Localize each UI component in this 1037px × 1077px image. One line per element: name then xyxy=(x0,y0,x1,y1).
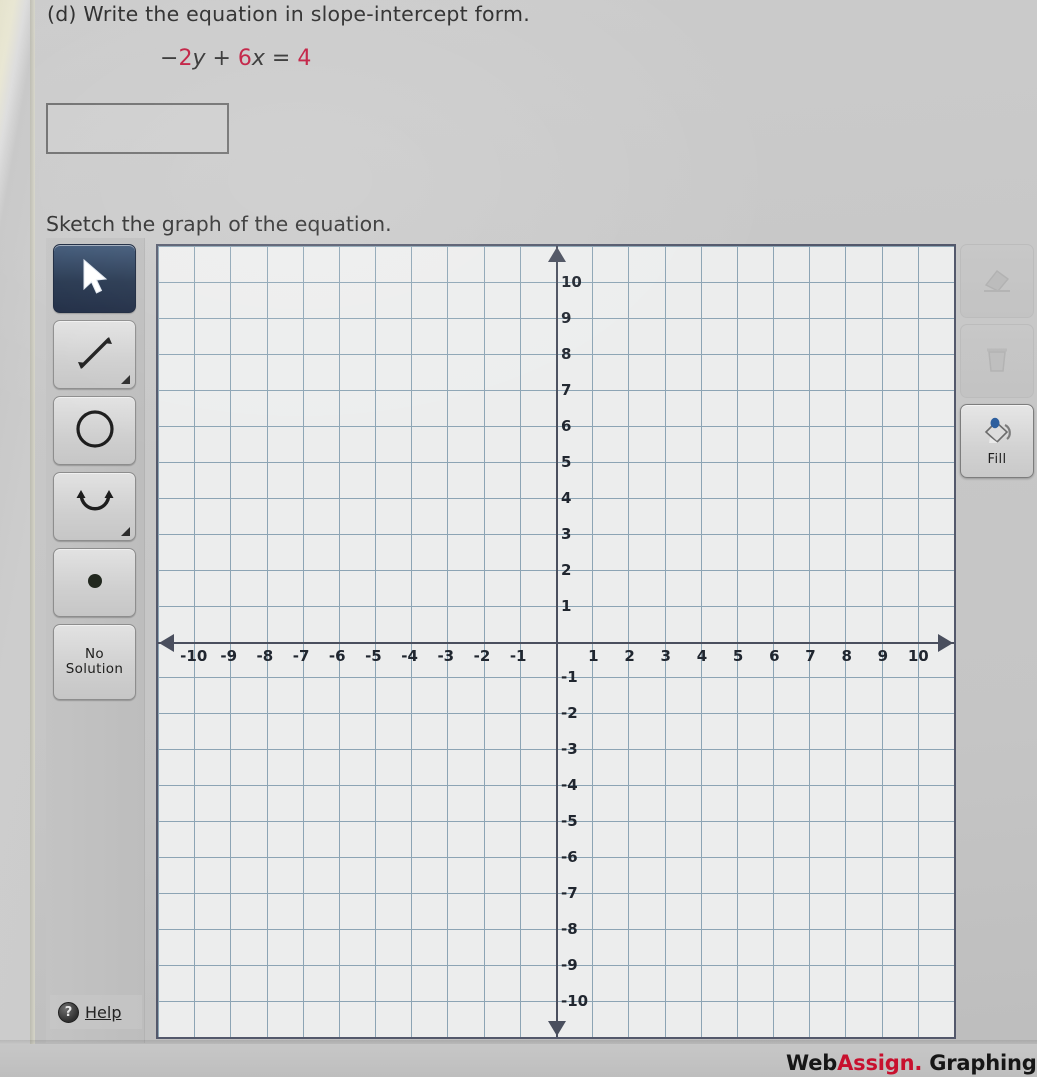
x-tick-label: -2 xyxy=(473,646,491,665)
sketch-instruction: Sketch the graph of the equation. xyxy=(46,212,392,236)
filled-dot-icon xyxy=(80,566,110,600)
answer-input[interactable] xyxy=(46,103,229,154)
x-tick-label: -10 xyxy=(180,646,208,665)
y-tick-label: 8 xyxy=(561,344,572,363)
line-tool[interactable] xyxy=(53,320,136,389)
question-equation: −2y + 6x = 4 xyxy=(160,46,311,71)
equation-token-4: 6 xyxy=(237,46,252,71)
screenshot-root: (d) Write the equation in slope-intercep… xyxy=(0,0,1037,1077)
y-tick-label: -1 xyxy=(561,668,578,687)
eraser-button xyxy=(960,244,1034,318)
brand-assign: Assign. xyxy=(837,1051,923,1075)
x-tick-label: 6 xyxy=(769,646,780,665)
fill-button[interactable]: Fill xyxy=(960,404,1034,478)
submenu-triangle-icon[interactable] xyxy=(121,527,130,536)
x-tick-label: 1 xyxy=(588,646,599,665)
y-tick-label: 6 xyxy=(561,416,572,435)
y-tick-label: -10 xyxy=(561,992,589,1011)
x-tick-label: -3 xyxy=(437,646,455,665)
left-toolbar: No Solution? Help xyxy=(46,238,145,1043)
x-axis-arrow-left xyxy=(159,634,174,652)
paint-bucket-icon xyxy=(980,416,1014,450)
grid-line-horizontal xyxy=(158,1037,954,1038)
page-edge-strip xyxy=(30,0,35,1077)
y-tick-label: 5 xyxy=(561,452,572,471)
select-tool[interactable] xyxy=(53,244,136,313)
submenu-triangle-icon[interactable] xyxy=(121,375,130,384)
y-tick-label: -8 xyxy=(561,920,578,939)
circle-icon xyxy=(72,406,118,456)
circle-tool[interactable] xyxy=(53,396,136,465)
cursor-arrow-icon xyxy=(78,257,112,301)
y-axis-arrow-up xyxy=(548,247,566,262)
equation-token-5: x xyxy=(251,46,265,71)
y-tick-label: 3 xyxy=(561,524,572,543)
x-tick-label: -6 xyxy=(328,646,346,665)
x-tick-label: -9 xyxy=(220,646,238,665)
parabola-tool[interactable] xyxy=(53,472,136,541)
y-axis-arrow-down xyxy=(548,1021,566,1036)
x-tick-label: 2 xyxy=(624,646,635,665)
x-tick-label: 8 xyxy=(841,646,852,665)
double-arrow-line-icon xyxy=(73,331,117,379)
graph-canvas[interactable]: -10 -9 -8 -7 -6 -5 -4 -3 -2 -1 1 2 3 4 5 6 7 8 9 10 10 9 8 7 6 5 4… xyxy=(156,244,956,1039)
no-solution-tool[interactable]: No Solution xyxy=(53,624,136,700)
y-tick-label: -4 xyxy=(561,776,578,795)
x-tick-label: 10 xyxy=(907,646,929,665)
brand-rest: Graphing To xyxy=(929,1051,1037,1075)
webassign-brand: WebAssign. Graphing To xyxy=(786,1051,1037,1075)
no-solution-label-line2: Solution xyxy=(65,661,124,677)
question-prompt: (d) Write the equation in slope-intercep… xyxy=(47,2,530,26)
x-tick-label: 5 xyxy=(732,646,744,665)
y-tick-label: 7 xyxy=(561,380,572,399)
eraser-icon xyxy=(980,264,1014,298)
y-tick-label: -5 xyxy=(561,812,578,831)
x-tick-label: 4 xyxy=(696,646,708,665)
equation-token-7: 4 xyxy=(297,46,312,71)
y-tick-label: -6 xyxy=(561,848,578,867)
fill-button-label: Fill xyxy=(987,451,1007,467)
y-tick-label: 2 xyxy=(561,560,572,579)
help-label: Help xyxy=(85,1002,122,1022)
y-tick-label: -7 xyxy=(561,884,578,903)
equation-token-3: + xyxy=(205,46,238,71)
x-tick-label: -8 xyxy=(256,646,274,665)
parabola-icon xyxy=(72,484,118,530)
x-tick-label: 3 xyxy=(660,646,671,665)
x-tick-label: -4 xyxy=(401,646,418,665)
graphing-tool: No Solution? Help -10 -9 -8 -7 -6 -5 -4 -3 -2 -1 1 2 3… xyxy=(46,238,1037,1043)
grid-line-vertical xyxy=(954,246,955,1037)
y-tick-label: 1 xyxy=(561,596,572,615)
x-tick-label: -5 xyxy=(365,646,382,665)
x-tick-label: 7 xyxy=(805,646,816,665)
y-axis xyxy=(556,246,558,1037)
y-tick-label: -2 xyxy=(561,704,578,723)
y-tick-label: 9 xyxy=(561,308,572,327)
x-axis-arrow-right xyxy=(938,634,953,652)
equation-token-1: 2 xyxy=(178,46,193,71)
equation-token-6: = xyxy=(264,46,298,71)
y-tick-label: -9 xyxy=(561,956,578,975)
right-toolbar: Fill xyxy=(958,238,1037,1043)
question-mark-circle-icon: ? xyxy=(58,1001,79,1023)
help-button[interactable]: ? Help xyxy=(50,995,142,1029)
brand-web: Web xyxy=(786,1051,838,1075)
x-tick-label: -1 xyxy=(509,646,527,665)
x-tick-label: -7 xyxy=(292,646,310,665)
y-tick-label: 10 xyxy=(561,272,582,291)
point-tool[interactable] xyxy=(53,548,136,617)
y-tick-label: -3 xyxy=(561,740,578,759)
equation-token-2: y xyxy=(192,46,206,71)
delete-button xyxy=(960,324,1034,398)
equation-token-0: − xyxy=(160,46,179,71)
no-solution-label-line1: No xyxy=(85,646,104,662)
x-tick-label: 9 xyxy=(877,646,889,665)
no-solution-label: No Solution xyxy=(66,647,123,677)
trash-can-icon xyxy=(982,343,1012,379)
y-tick-label: 4 xyxy=(561,488,572,507)
